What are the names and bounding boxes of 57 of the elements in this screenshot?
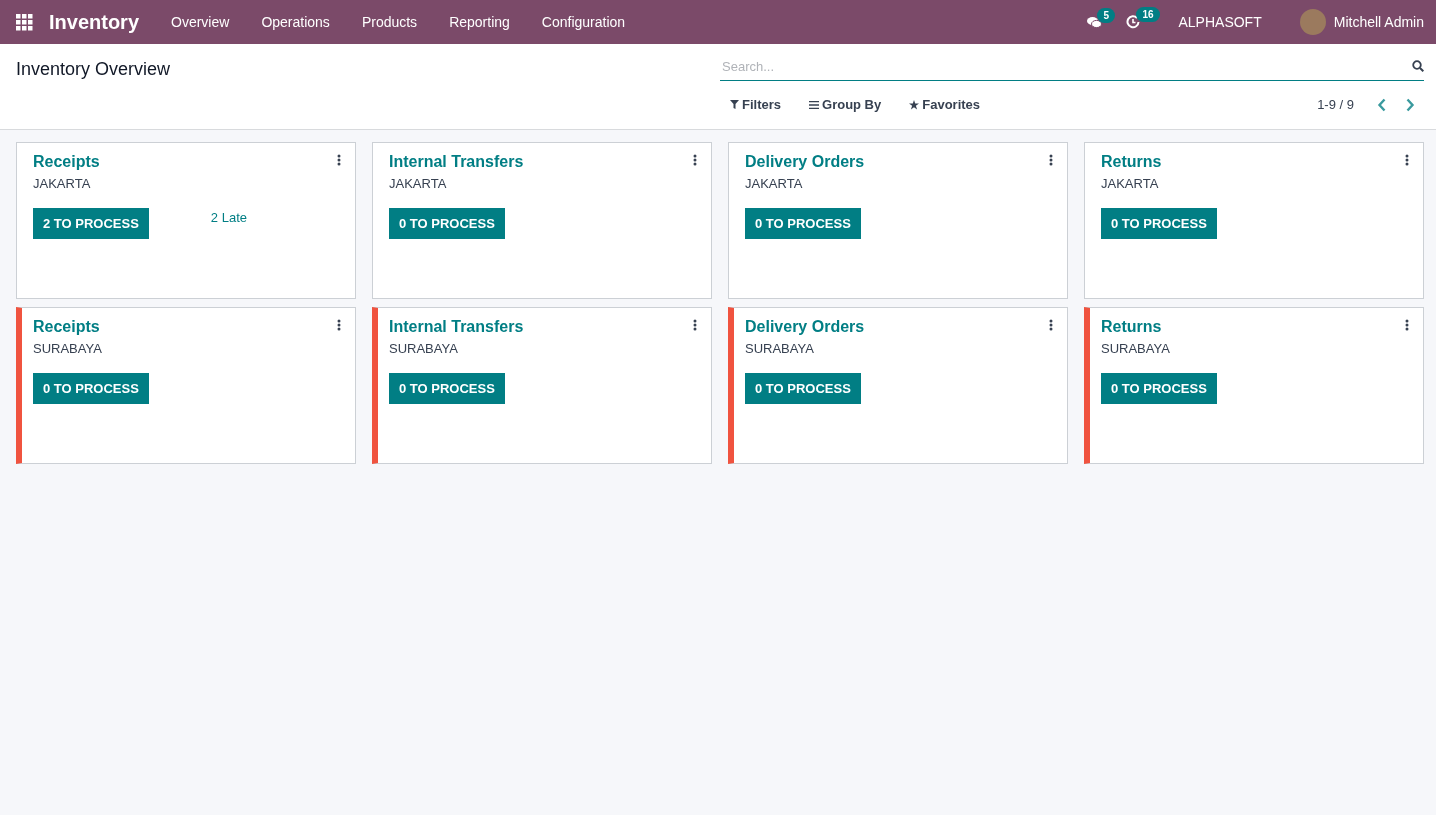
kebab-menu-icon[interactable]: [1405, 154, 1409, 166]
to-process-button[interactable]: 0 TO PROCESS: [33, 373, 149, 404]
warehouse-name: SURABAYA: [389, 341, 458, 356]
to-process-button[interactable]: 2 TO PROCESS: [33, 208, 149, 239]
company-switcher[interactable]: ALPHASOFT: [1178, 14, 1262, 30]
card-title[interactable]: Delivery Orders: [745, 153, 865, 171]
card-title[interactable]: Delivery Orders: [745, 318, 865, 336]
kebab-menu-icon[interactable]: [1049, 154, 1053, 166]
list-icon: [809, 100, 819, 109]
search-option-button[interactable]: Filters: [730, 97, 781, 112]
search-option-button[interactable]: Group By: [809, 97, 882, 112]
message-count-badge: 5: [1097, 7, 1116, 23]
warehouse-name: SURABAYA: [745, 341, 814, 356]
star-icon: [909, 99, 920, 110]
app-name[interactable]: Inventory: [49, 10, 140, 34]
search-field[interactable]: Search...: [720, 58, 1412, 74]
search-option-button[interactable]: Favorites: [909, 97, 981, 112]
filter-icon: [730, 100, 739, 109]
page-title: Inventory Overview: [16, 59, 171, 80]
kebab-menu-icon[interactable]: [1405, 319, 1409, 331]
late-link[interactable]: 2 Late: [210, 210, 247, 225]
to-process-button[interactable]: 0 TO PROCESS: [1101, 373, 1217, 404]
card-title[interactable]: Returns: [1101, 318, 1162, 336]
kebab-menu-icon[interactable]: [337, 319, 341, 331]
card-title[interactable]: Internal Transfers: [389, 318, 524, 336]
card-title[interactable]: Internal Transfers: [389, 153, 524, 171]
previous-icon[interactable]: [1377, 97, 1387, 112]
kebab-menu-icon[interactable]: [337, 154, 341, 166]
menu-item[interactable]: Configuration: [525, 14, 642, 30]
clock-icon[interactable]: [1126, 15, 1141, 29]
card-title[interactable]: Receipts: [33, 318, 100, 336]
next-icon[interactable]: [1405, 97, 1415, 112]
menu-item[interactable]: Overview: [155, 14, 246, 30]
search-icon[interactable]: [1412, 60, 1424, 72]
menu-item[interactable]: Products: [345, 14, 434, 30]
to-process-button[interactable]: 0 TO PROCESS: [745, 208, 861, 239]
warehouse-name: JAKARTA: [745, 176, 803, 191]
warehouse-name: SURABAYA: [1101, 341, 1170, 356]
kebab-menu-icon[interactable]: [1049, 319, 1053, 331]
warehouse-name: JAKARTA: [1101, 176, 1159, 191]
to-process-button[interactable]: 0 TO PROCESS: [389, 373, 505, 404]
to-process-button[interactable]: 0 TO PROCESS: [745, 373, 861, 404]
menu-item[interactable]: Reporting: [433, 14, 526, 30]
kebab-menu-icon[interactable]: [693, 154, 697, 166]
pager-value: 1-9 / 9: [1317, 97, 1354, 112]
warehouse-name: SURABAYA: [33, 341, 102, 356]
user-menu[interactable]: Mitchell Admin: [1333, 14, 1424, 30]
kebab-menu-icon[interactable]: [693, 319, 697, 331]
to-process-button[interactable]: 0 TO PROCESS: [389, 208, 505, 239]
activity-count-badge: 16: [1136, 7, 1160, 22]
card-title[interactable]: Returns: [1101, 153, 1162, 171]
warehouse-name: JAKARTA: [389, 176, 447, 191]
menu-item[interactable]: Operations: [245, 14, 346, 30]
warehouse-name: JAKARTA: [33, 176, 91, 191]
to-process-button[interactable]: 0 TO PROCESS: [1101, 208, 1217, 239]
apps-menu-icon[interactable]: [16, 13, 33, 31]
card-title[interactable]: Receipts: [33, 153, 100, 171]
